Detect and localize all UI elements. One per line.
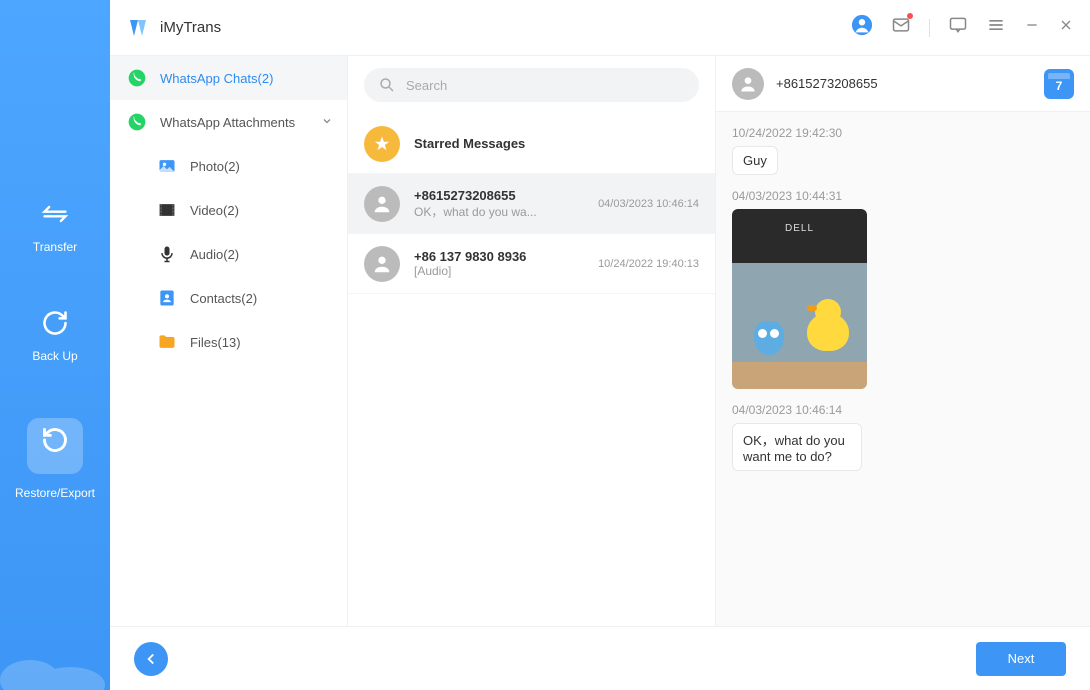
image-content: [807, 313, 849, 351]
left-rail: Transfer Back Up Restore/Export: [0, 0, 110, 690]
calendar-button[interactable]: 7: [1044, 69, 1074, 99]
whatsapp-icon: [126, 111, 148, 133]
image-content: [754, 321, 784, 355]
message-bubble: Guy: [732, 146, 778, 175]
category-whatsapp-chats[interactable]: WhatsApp Chats(2): [110, 56, 347, 100]
avatar: [732, 68, 764, 100]
category-label: Photo(2): [190, 159, 240, 174]
photo-icon: [156, 155, 178, 177]
chat-row[interactable]: +8615273208655 OK，what do you wa... 04/0…: [348, 174, 715, 234]
chat-preview: [Audio]: [414, 264, 584, 278]
titlebar-actions: [851, 14, 1074, 41]
message-image[interactable]: [732, 209, 867, 389]
cloud-decoration: [0, 630, 110, 690]
rail-label: Restore/Export: [15, 486, 95, 500]
back-button[interactable]: [134, 642, 168, 676]
contacts-icon: [156, 287, 178, 309]
rail-item-restore[interactable]: Restore/Export: [15, 418, 95, 500]
mail-icon[interactable]: [891, 15, 911, 40]
arrow-left-icon: [142, 650, 160, 668]
search-box[interactable]: [364, 68, 699, 102]
category-label: Video(2): [190, 203, 239, 218]
message-timestamp: 04/03/2023 10:44:31: [732, 189, 1074, 203]
menu-icon[interactable]: [986, 15, 1006, 40]
app-logo-icon: [126, 16, 150, 40]
category-label: Contacts(2): [190, 291, 257, 306]
video-icon: [156, 199, 178, 221]
next-button[interactable]: Next: [976, 642, 1066, 676]
minimize-icon[interactable]: [1024, 17, 1040, 38]
chat-name: +86 137 9830 8936: [414, 249, 584, 264]
chat-name: Starred Messages: [414, 136, 699, 151]
microphone-icon: [156, 243, 178, 265]
titlebar: iMyTrans: [110, 0, 1090, 56]
chat-preview: OK，what do you wa...: [414, 203, 584, 220]
chat-row[interactable]: +86 137 9830 8936 [Audio] 10/24/2022 19:…: [348, 234, 715, 294]
avatar: [364, 246, 400, 282]
message-timestamp: 04/03/2023 10:46:14: [732, 403, 1074, 417]
conversation-panel: +8615273208655 7 10/24/2022 19:42:30 Guy…: [716, 56, 1090, 626]
rail-item-backup[interactable]: Back Up: [15, 309, 95, 363]
category-files[interactable]: Files(13): [156, 320, 347, 364]
message-bubble: OK，what do you want me to do?: [732, 423, 862, 471]
search-icon: [378, 76, 396, 94]
close-icon[interactable]: [1058, 17, 1074, 38]
contact-name: +8615273208655: [776, 76, 1032, 91]
calendar-day: 7: [1056, 79, 1063, 93]
category-label: WhatsApp Attachments: [160, 115, 295, 130]
transfer-icon: [41, 200, 69, 228]
chat-row-starred[interactable]: Starred Messages: [348, 114, 715, 174]
app-title: iMyTrans: [160, 19, 221, 36]
rail-label: Back Up: [32, 349, 77, 363]
app-logo-group: iMyTrans: [126, 16, 851, 40]
category-audio[interactable]: Audio(2): [156, 232, 347, 276]
rail-label: Transfer: [33, 240, 77, 254]
category-children: Photo(2) Video(2) Audio(2): [110, 144, 347, 364]
chevron-down-icon: [321, 115, 333, 130]
message-timestamp: 10/24/2022 19:42:30: [732, 126, 1074, 140]
rail-item-transfer[interactable]: Transfer: [15, 200, 95, 254]
category-photo[interactable]: Photo(2): [156, 144, 347, 188]
chat-icon[interactable]: [948, 15, 968, 40]
refresh-icon: [41, 309, 69, 337]
category-contacts[interactable]: Contacts(2): [156, 276, 347, 320]
chat-name: +8615273208655: [414, 188, 584, 203]
categories-panel: WhatsApp Chats(2) WhatsApp Attachments P…: [110, 56, 348, 626]
messages-body[interactable]: 10/24/2022 19:42:30 Guy 04/03/2023 10:44…: [716, 112, 1090, 626]
user-icon[interactable]: [851, 14, 873, 41]
search-input[interactable]: [406, 78, 685, 93]
chat-time: 04/03/2023 10:46:14: [598, 198, 699, 210]
chat-time: 10/24/2022 19:40:13: [598, 258, 699, 270]
avatar: [364, 186, 400, 222]
category-label: WhatsApp Chats(2): [160, 71, 273, 86]
footer: Next: [110, 626, 1090, 690]
category-whatsapp-attachments[interactable]: WhatsApp Attachments: [110, 100, 347, 144]
category-label: Files(13): [190, 335, 241, 350]
chat-list-panel: Starred Messages +8615273208655 OK，what …: [348, 56, 716, 626]
restore-icon: [41, 426, 69, 454]
star-icon: [364, 126, 400, 162]
divider: [929, 19, 930, 37]
conversation-header: +8615273208655 7: [716, 56, 1090, 112]
category-label: Audio(2): [190, 247, 239, 262]
whatsapp-icon: [126, 67, 148, 89]
main-area: iMyTrans: [110, 0, 1090, 690]
content: WhatsApp Chats(2) WhatsApp Attachments P…: [110, 56, 1090, 626]
folder-icon: [156, 331, 178, 353]
category-video[interactable]: Video(2): [156, 188, 347, 232]
